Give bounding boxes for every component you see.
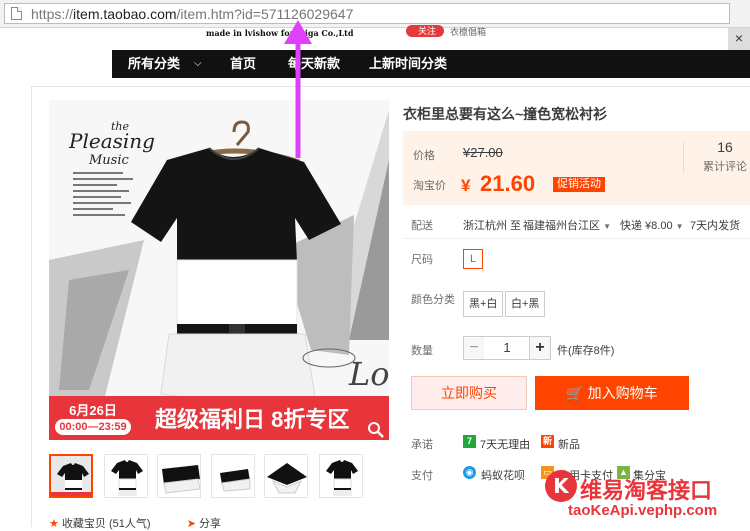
svg-text:Music: Music (88, 153, 130, 168)
product-title: 衣柜里总要有这么~撞色宽松衬衫 (403, 106, 608, 122)
add-to-cart-button[interactable]: 🛒 加入购物车 (535, 376, 689, 410)
ship-fee-select[interactable]: 快递 ¥8.00 ▼ (620, 217, 684, 233)
shop-name: 衣檩倡箱 (450, 27, 487, 37)
thumbnail[interactable] (264, 454, 308, 498)
url-text[interactable]: https://item.taobao.com/item.htm?id=5711… (31, 6, 353, 22)
svg-text:the: the (111, 120, 130, 133)
promise-7day[interactable]: 7天无理由 (480, 436, 530, 452)
review-divider (683, 141, 684, 173)
stock-text: 件(库存8件) (557, 345, 615, 357)
ship-to-text: 福建福州台江区 (523, 220, 600, 232)
promo-time: 00:00—23:59 (55, 419, 131, 435)
review-label: 累计评论 (703, 161, 747, 173)
thumbnail[interactable] (319, 454, 363, 498)
promise-new[interactable]: 新品 (558, 436, 580, 452)
thumbnail[interactable] (49, 454, 93, 498)
ship-time: 7天内发货 (690, 220, 741, 232)
caret-down-icon: ▼ (603, 222, 611, 231)
shop-nav: 所有分类 ⌵ 首页 每天新款 上新时间分类 (112, 50, 750, 78)
review-count[interactable]: 16 (700, 139, 750, 155)
favorite-link[interactable]: 收藏宝贝 (51人气) (62, 518, 151, 530)
price-panel (403, 131, 750, 205)
promise-label: 承诺 (411, 439, 433, 451)
quantity-increase-button[interactable]: + (529, 336, 551, 360)
zoom-icon[interactable] (367, 421, 385, 439)
pay-huabei[interactable]: 蚂蚁花呗 (481, 467, 525, 483)
watermark-cn: 维易淘客接口 (580, 478, 713, 503)
url-field[interactable]: https://item.taobao.com/item.htm?id=5711… (4, 3, 730, 24)
nav-new-by-time[interactable]: 上新时间分类 (369, 50, 447, 78)
size-option-l[interactable]: L (463, 249, 483, 269)
follow-button[interactable]: 关注 (406, 25, 444, 37)
svg-text:K: K (553, 474, 570, 498)
brand-line: made in lvishow for laiga Co.,Ltd (206, 28, 354, 38)
taobao-price-label: 淘宝价 (413, 180, 446, 192)
promo-tag[interactable]: 促销活动 (553, 177, 605, 192)
nav-all-categories[interactable]: 所有分类 (128, 50, 180, 78)
quantity-decrease-button[interactable]: − (463, 336, 485, 360)
nav-daily-new[interactable]: 每天新款 (288, 50, 340, 78)
document-icon (11, 7, 22, 20)
current-price: 21.60 (480, 171, 536, 196)
url-host: item.taobao.com (73, 6, 177, 22)
ship-fee-text: 快递 ¥8.00 (620, 220, 673, 232)
promo-date: 6月26日 (69, 403, 117, 418)
currency-sign: ¥ (461, 176, 471, 195)
chevron-down-icon[interactable]: ⌵ (194, 58, 202, 69)
buy-now-button[interactable]: 立即购买 (411, 376, 527, 410)
ship-from: 浙江杭州 至 (463, 220, 522, 232)
item-actions: ★ 收藏宝贝 (51人气) ➤ 分享 (49, 515, 221, 531)
star-icon: ★ (49, 518, 59, 530)
close-icon[interactable]: × (728, 28, 750, 50)
thumbnail[interactable] (211, 454, 255, 498)
seven-day-icon: 7 (463, 435, 476, 448)
nav-home[interactable]: 首页 (230, 50, 256, 78)
thumbnail[interactable] (104, 454, 148, 498)
watermark-en: taoKeApi.vephp.com (568, 502, 718, 519)
quantity-input[interactable]: 1 (484, 336, 530, 360)
ship-to-select[interactable]: 福建福州台江区 ▼ (523, 217, 611, 233)
main-product-image[interactable]: Pleasing the Music Lo (49, 100, 389, 440)
shirt-illustration: Pleasing the Music Lo (49, 110, 389, 402)
shop-header: made in lvishow for laiga Co.,Ltd 关注 衣檩倡… (0, 25, 750, 50)
share-link[interactable]: 分享 (199, 518, 221, 530)
color-option-white-black[interactable]: 白+黑 (505, 291, 546, 317)
price-label: 价格 (413, 150, 435, 162)
quantity-label: 数量 (411, 345, 433, 357)
url-scheme: https:// (31, 6, 74, 22)
add-to-cart-label: 加入购物车 (587, 385, 658, 401)
color-option-black-white[interactable]: 黑+白 (463, 291, 504, 317)
promo-headline: 超级福利日 8折专区 (155, 407, 350, 432)
new-icon: 新 (541, 435, 554, 448)
cart-icon: 🛒 (566, 385, 584, 401)
caret-down-icon: ▼ (675, 222, 684, 231)
browser-address-bar: https://item.taobao.com/item.htm?id=5711… (0, 0, 750, 28)
thumbnail-strip (49, 454, 389, 500)
watermark-logo-icon: K (545, 470, 577, 502)
thumbnail[interactable] (157, 454, 201, 498)
url-path: /item.htm?id=571126029647 (176, 6, 354, 22)
shipping-label: 配送 (411, 220, 433, 232)
divider (403, 238, 750, 239)
original-price: ¥27.00 (463, 145, 503, 160)
color-label: 颜色分类 (411, 294, 455, 306)
share-icon: ➤ (186, 518, 196, 530)
alipay-icon: ◉ (463, 466, 476, 479)
payment-label: 支付 (411, 470, 433, 482)
size-label: 尺码 (411, 254, 433, 266)
promo-date-box: 6月26日 00:00—23:59 (49, 396, 137, 440)
